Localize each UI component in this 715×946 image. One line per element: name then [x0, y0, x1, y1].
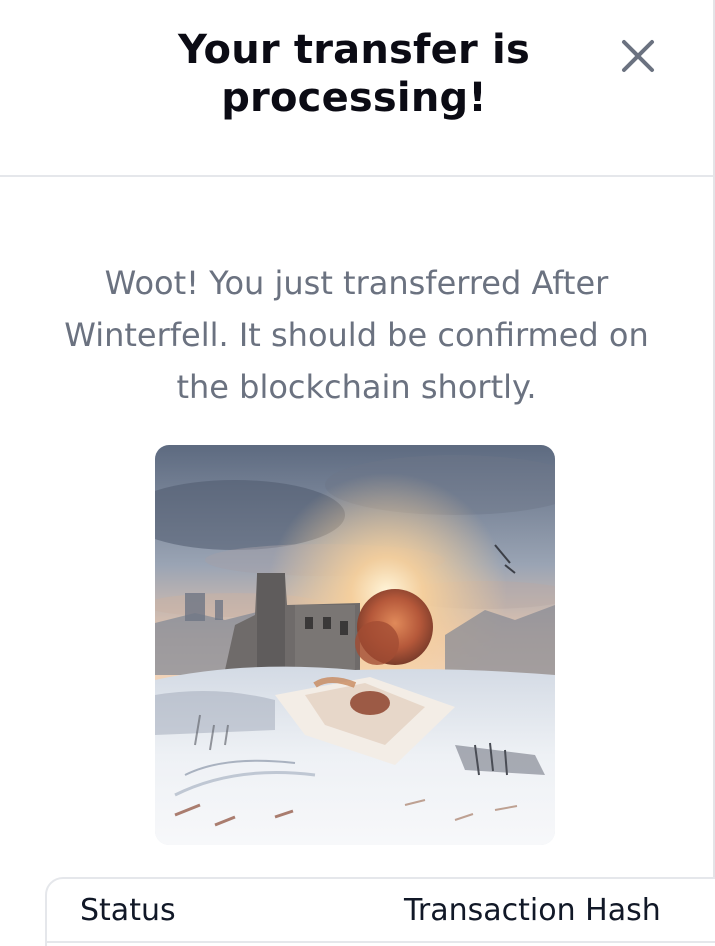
close-icon — [622, 40, 654, 72]
transfer-message: Woot! You just transferred After Winterf… — [64, 264, 649, 406]
close-button[interactable] — [616, 34, 660, 78]
transfer-dialog: Your transfer is processing! Woot! You j… — [0, 0, 715, 946]
dialog-body: Woot! You just transferred After Winterf… — [0, 177, 715, 946]
nft-artwork-image — [155, 445, 555, 845]
column-header-status: Status — [80, 893, 176, 928]
dialog-header: Your transfer is processing! — [0, 0, 713, 177]
dialog-title: Your transfer is processing! — [178, 27, 530, 121]
column-header-transaction-hash: Transaction Hash — [404, 893, 661, 928]
table-divider — [47, 941, 715, 943]
transaction-table: Status Transaction Hash — [45, 877, 715, 946]
